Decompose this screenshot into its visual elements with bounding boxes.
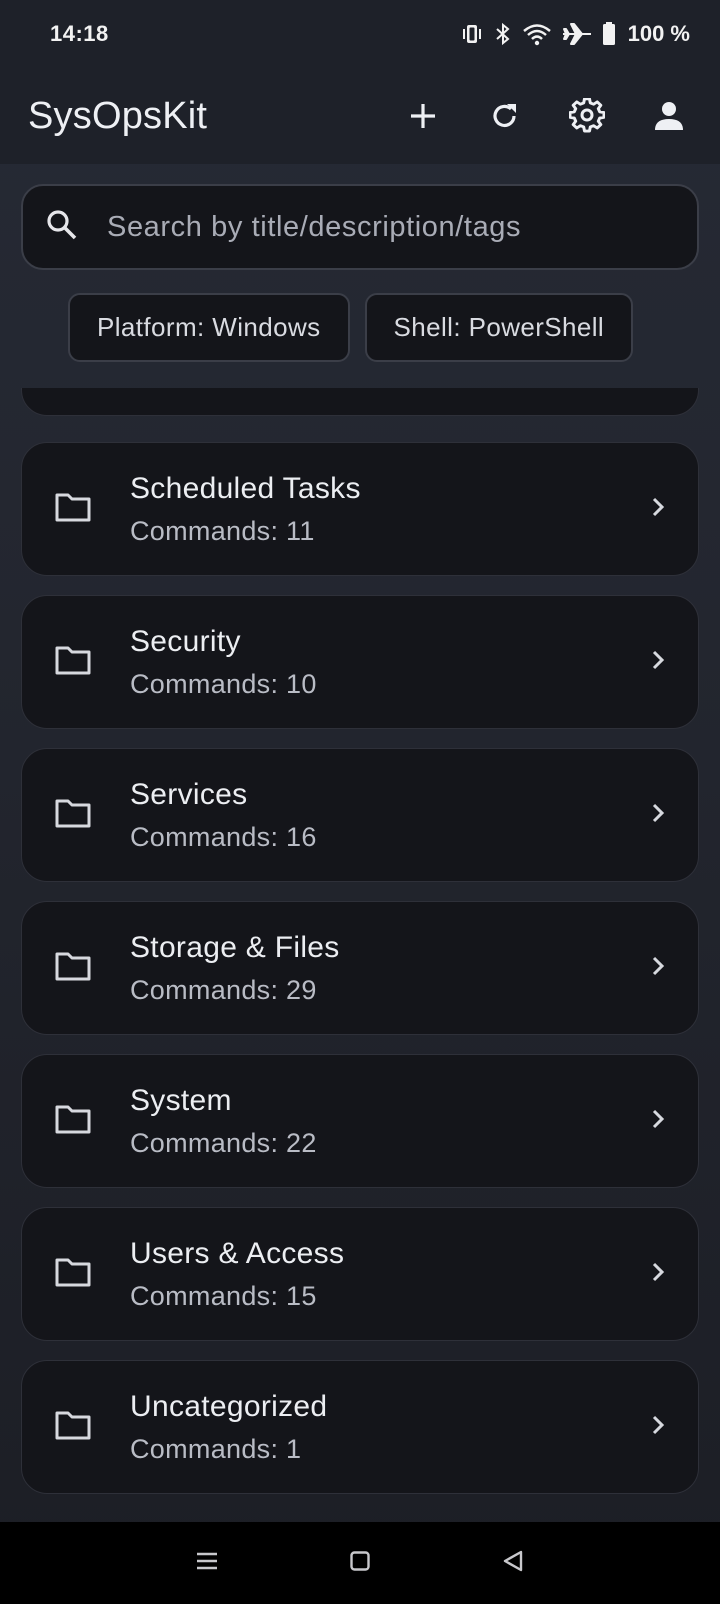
list-item[interactable]: Uncategorized Commands: 1 xyxy=(21,1360,699,1494)
command-count: Commands: 16 xyxy=(130,821,317,852)
chevron-right-icon xyxy=(650,955,666,982)
folder-icon xyxy=(54,1256,92,1293)
command-count: Commands: 29 xyxy=(130,974,317,1005)
command-count: Commands: 1 xyxy=(130,1433,302,1464)
list-item[interactable]: Scheduled Tasks Commands: 11 xyxy=(21,442,699,576)
folder-icon xyxy=(54,797,92,834)
folder-icon xyxy=(54,491,92,528)
category-list[interactable]: Scheduled Tasks Commands: 11 Security Co… xyxy=(0,388,720,1522)
command-count: Commands: 15 xyxy=(130,1280,317,1311)
category-title: Scheduled Tasks xyxy=(130,471,361,505)
list-item[interactable]: Users & Access Commands: 15 xyxy=(21,1207,699,1341)
folder-icon xyxy=(54,644,92,681)
status-time: 14:18 xyxy=(50,21,109,46)
folder-icon xyxy=(54,950,92,987)
status-icons: 100 % xyxy=(460,21,690,47)
settings-button[interactable] xyxy=(546,86,628,146)
list-item[interactable]: Security Commands: 10 xyxy=(21,595,699,729)
category-title: Uncategorized xyxy=(130,1389,328,1423)
home-icon xyxy=(349,1550,371,1577)
battery-icon xyxy=(602,22,616,46)
account-button[interactable] xyxy=(628,86,710,146)
list-item[interactable]: System Commands: 22 xyxy=(21,1054,699,1188)
back-icon xyxy=(501,1549,525,1578)
status-bar: 14:18 100 % xyxy=(0,0,720,68)
search-input[interactable] xyxy=(107,186,697,268)
app-actions xyxy=(382,86,710,146)
list-item-partial[interactable] xyxy=(21,388,699,416)
category-title: System xyxy=(130,1083,232,1117)
command-count: Commands: 10 xyxy=(130,668,317,699)
menu-icon xyxy=(195,1551,219,1576)
back-button[interactable] xyxy=(473,1533,553,1593)
home-button[interactable] xyxy=(320,1533,400,1593)
recents-button[interactable] xyxy=(167,1533,247,1593)
list-item[interactable]: Storage & Files Commands: 29 xyxy=(21,901,699,1035)
add-icon xyxy=(408,101,438,131)
folder-icon xyxy=(54,1103,92,1140)
chevron-right-icon xyxy=(650,1108,666,1135)
vibrate-icon xyxy=(460,22,484,46)
chevron-right-icon xyxy=(650,496,666,523)
wifi-icon xyxy=(522,22,552,46)
command-count: Commands: 11 xyxy=(130,515,315,546)
folder-icon xyxy=(54,1409,92,1446)
system-nav-bar xyxy=(0,1522,720,1604)
add-button[interactable] xyxy=(382,86,464,146)
command-count: Commands: 22 xyxy=(130,1127,317,1158)
chevron-right-icon xyxy=(650,1414,666,1441)
bluetooth-icon xyxy=(494,22,512,46)
category-title: Services xyxy=(130,777,248,811)
chevron-right-icon xyxy=(650,649,666,676)
search-box xyxy=(21,184,699,270)
battery-percent: 100 % xyxy=(627,21,690,46)
platform-filter-chip[interactable]: Platform: Windows xyxy=(68,293,350,362)
settings-icon xyxy=(569,98,605,134)
account-icon xyxy=(653,100,685,132)
refresh-button[interactable] xyxy=(464,86,546,146)
search-icon xyxy=(45,208,79,247)
app-bar: SysOpsKit xyxy=(0,68,720,164)
shell-filter-chip[interactable]: Shell: PowerShell xyxy=(364,293,634,362)
chevron-right-icon xyxy=(650,802,666,829)
category-title: Storage & Files xyxy=(130,930,340,964)
filter-chips: Platform: Windows Shell: PowerShell xyxy=(68,293,634,362)
list-item[interactable]: Services Commands: 16 xyxy=(21,748,699,882)
chevron-right-icon xyxy=(650,1261,666,1288)
refresh-icon xyxy=(489,100,521,132)
app-title: SysOpsKit xyxy=(28,94,208,137)
airplane-icon xyxy=(562,22,592,46)
category-title: Users & Access xyxy=(130,1236,345,1270)
category-title: Security xyxy=(130,624,241,658)
